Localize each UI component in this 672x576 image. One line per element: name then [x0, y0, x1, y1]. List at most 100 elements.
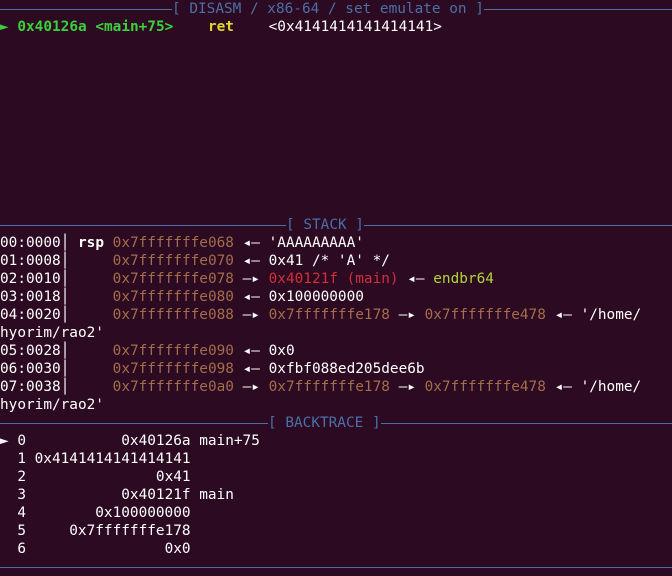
separator-rule: [0, 224, 286, 226]
stack-value: 0x100000000: [268, 289, 364, 305]
stack-row[interactable]: 05:0028│ 0x7fffffffe090 ◂— 0x0: [0, 342, 672, 360]
stack-value: 'AAAAAAAAA': [268, 235, 364, 251]
stack-row-continuation: hyorim/rao2': [0, 396, 672, 414]
pointer-arrow-icon: ◂—: [242, 253, 260, 269]
backtrace-frame[interactable]: 4 0x100000000: [0, 504, 672, 522]
stack-value: 0x40121f (main): [268, 271, 399, 287]
frame-number: 0: [17, 433, 26, 449]
instruction-operand: <0x4141414141414141>: [268, 19, 442, 35]
frame-address: 0x0: [164, 541, 191, 557]
stack-row[interactable]: 03:0018│ 0x7fffffffe080 ◂— 0x100000000: [0, 288, 672, 306]
stack-index: 07:0038: [0, 379, 61, 395]
separator-rule: [0, 8, 172, 10]
stack-row-continuation: hyorim/rao2': [0, 324, 672, 342]
separator-rule: [483, 8, 672, 10]
stack-index: 00:0000: [0, 235, 61, 251]
stack-address: 0x7fffffffe090: [112, 343, 234, 359]
stack-register: rsp: [78, 235, 104, 251]
frame-number: 1: [17, 451, 26, 467]
stack-value-wrap: hyorim/rao2': [0, 325, 104, 341]
pointer-arrow-icon: ◂—: [554, 307, 572, 323]
stack-separator: [ STACK ]: [0, 216, 672, 234]
instruction-mnemonic: ret: [207, 19, 234, 35]
disasm-header: [ DISASM / x86-64 / set emulate on ]: [172, 1, 484, 17]
pointer-arrow-icon: ◂—: [407, 271, 425, 287]
stack-address: 0x7fffffffe078: [112, 271, 234, 287]
stack-index: 04:0020: [0, 307, 61, 323]
stack-value: 0x7fffffffe478: [424, 307, 546, 323]
stack-row[interactable]: 00:0000│ rsp 0x7fffffffe068 ◂— 'AAAAAAAA…: [0, 234, 672, 252]
pointer-arrow-icon: ◂—: [242, 361, 260, 377]
stack-address: 0x7fffffffe088: [112, 307, 234, 323]
stack-value: 0x41 /* 'A' */: [268, 253, 390, 269]
stack-value: 0x7fffffffe478: [424, 379, 546, 395]
stack-value: 0x7fffffffe178: [268, 307, 390, 323]
frame-number: 2: [17, 469, 26, 485]
stack-index: 05:0028: [0, 343, 61, 359]
stack-value: '/home/: [580, 379, 642, 395]
stack-value: 0x0: [268, 343, 295, 359]
stack-index: 06:0030: [0, 361, 61, 377]
backtrace-frame[interactable]: ► 0 0x40126a main+75: [0, 432, 672, 450]
stack-value: endbr64: [433, 271, 494, 287]
separator-rule: [363, 224, 672, 226]
stack-row[interactable]: 06:0030│ 0x7fffffffe098 ◂— 0xfbf088ed205…: [0, 360, 672, 378]
pointer-arrow-icon: ◂—: [242, 289, 260, 305]
stack-value: '/home/: [580, 307, 642, 323]
stack-address: 0x7fffffffe068: [112, 235, 234, 251]
stack-index: 01:0008: [0, 253, 61, 269]
stack-divider: │: [60, 271, 70, 287]
frame-address: 0x41: [155, 469, 191, 485]
current-arrow-icon: ►: [0, 19, 9, 35]
frame-address: 0x100000000: [95, 505, 191, 521]
stack-row[interactable]: 07:0038│ 0x7fffffffe0a0 —▸ 0x7fffffffe17…: [0, 378, 672, 396]
pointer-arrow-icon: ◂—: [242, 235, 260, 251]
instruction-symbol: <main+75>: [95, 19, 174, 35]
pointer-arrow-icon: —▸: [242, 379, 260, 395]
stack-address: 0x7fffffffe098: [112, 361, 234, 377]
separator-rule: [0, 566, 672, 568]
current-instruction[interactable]: ► 0x40126a <main+75> ret <0x414141414141…: [0, 18, 672, 36]
frame-symbol: main+75: [199, 433, 260, 449]
bottom-separator: [0, 558, 672, 576]
frame-number: 3: [17, 487, 26, 503]
stack-value: 0xfbf088ed205dee6b: [268, 361, 425, 377]
stack-divider: │: [60, 253, 70, 269]
frame-number: 5: [17, 523, 26, 539]
frame-address: 0x40126a: [121, 433, 191, 449]
stack-index: 03:0018: [0, 289, 61, 305]
stack-address: 0x7fffffffe0a0: [112, 379, 234, 395]
backtrace-separator: [ BACKTRACE ]: [0, 414, 672, 432]
backtrace-frame[interactable]: 2 0x41: [0, 468, 672, 486]
backtrace-frame[interactable]: 3 0x40121f main: [0, 486, 672, 504]
stack-divider: │: [60, 289, 70, 305]
pointer-arrow-icon: —▸: [398, 379, 416, 395]
stack-divider: │: [60, 235, 70, 251]
stack-divider: │: [60, 361, 70, 377]
pointer-arrow-icon: ◂—: [554, 379, 572, 395]
backtrace-frame[interactable]: 5 0x7fffffffe178: [0, 522, 672, 540]
stack-address: 0x7fffffffe080: [112, 289, 234, 305]
pointer-arrow-icon: —▸: [398, 307, 416, 323]
separator-rule: [0, 422, 268, 424]
backtrace-frame[interactable]: 6 0x0: [0, 540, 672, 558]
stack-address: 0x7fffffffe070: [112, 253, 234, 269]
stack-row[interactable]: 02:0010│ 0x7fffffffe078 —▸ 0x40121f (mai…: [0, 270, 672, 288]
backtrace-header: [ BACKTRACE ]: [268, 415, 381, 431]
disasm-separator: [ DISASM / x86-64 / set emulate on ]: [0, 0, 672, 18]
stack-header: [ STACK ]: [286, 217, 364, 233]
stack-row[interactable]: 04:0020│ 0x7fffffffe088 —▸ 0x7fffffffe17…: [0, 306, 672, 324]
frame-address: 0x40121f: [121, 487, 191, 503]
frame-symbol: main: [199, 487, 234, 503]
separator-rule: [380, 422, 672, 424]
frame-number: 6: [17, 541, 26, 557]
stack-divider: │: [60, 343, 70, 359]
frame-address: 0x7fffffffe178: [69, 523, 191, 539]
backtrace-current-icon: ►: [0, 433, 9, 449]
backtrace-frame[interactable]: 1 0x4141414141414141: [0, 450, 672, 468]
stack-row[interactable]: 01:0008│ 0x7fffffffe070 ◂— 0x41 /* 'A' *…: [0, 252, 672, 270]
stack-divider: │: [60, 379, 70, 395]
pointer-arrow-icon: —▸: [242, 271, 260, 287]
frame-address: 0x4141414141414141: [34, 451, 191, 467]
pointer-arrow-icon: ◂—: [242, 343, 260, 359]
